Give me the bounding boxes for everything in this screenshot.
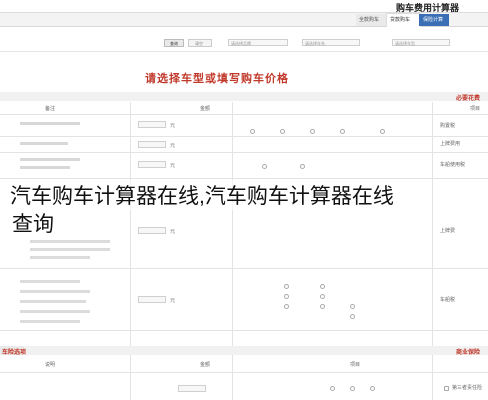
section-title-options: 车险选项 [2, 350, 27, 356]
tab-label-1: 贷款购车 [390, 17, 411, 23]
note-text-block-7 [30, 256, 90, 259]
unit-2: 元 [170, 163, 176, 169]
row-label-5: 车船税 [440, 297, 456, 303]
radio-tax-3[interactable] [284, 294, 289, 299]
note-text-block-12 [20, 320, 80, 323]
grid-hline-5 [0, 268, 488, 269]
col-header-amount: 金额 [200, 106, 211, 112]
section-title-insurance: 商业保险 [456, 350, 481, 356]
radio-third-party-2[interactable] [350, 386, 355, 391]
grid-vline-2 [232, 102, 233, 400]
unit-0: 元 [170, 123, 176, 129]
col-header-note: 备注 [45, 106, 56, 112]
radio-seat-2[interactable] [300, 164, 305, 169]
grid-vline-3 [432, 102, 433, 400]
note-text-block-6 [30, 248, 110, 251]
grid-hline-3 [0, 152, 488, 153]
grid-hline-7 [0, 372, 488, 373]
overlay-caption-line2: 查询 [12, 208, 54, 238]
grid-hline-6 [0, 330, 488, 331]
third-party-checkbox[interactable] [444, 386, 449, 391]
radio-tax-6[interactable] [320, 304, 325, 309]
unit-4: 元 [170, 298, 176, 304]
radio-tax-1[interactable] [284, 284, 289, 289]
bottom-header-2: 说明 [45, 362, 56, 368]
section-bar-insurance [0, 346, 488, 355]
radio-option-5[interactable] [380, 129, 385, 134]
radio-tax-4[interactable] [320, 294, 325, 299]
amount-input-3[interactable] [138, 227, 166, 234]
model-select[interactable]: 请选择车型 [392, 39, 450, 46]
query-button-label: 查询 [170, 41, 178, 46]
bottom-header-0: 项目 [350, 362, 361, 368]
radio-tax-7[interactable] [350, 304, 355, 309]
col-header-item: 项目 [470, 106, 481, 112]
radio-tax-2[interactable] [320, 284, 325, 289]
radio-option-4[interactable] [340, 129, 345, 134]
radio-option-1[interactable] [250, 129, 255, 134]
grid-vline-1 [130, 102, 131, 400]
note-text-block-4 [20, 166, 70, 169]
grid-hline-4 [0, 178, 488, 179]
row-label-1: 上牌费用 [440, 141, 461, 147]
price-prompt: 请选择车型或填写购车价格 [145, 73, 289, 85]
amount-input-1[interactable] [138, 141, 166, 148]
amount-input-0[interactable] [138, 121, 166, 128]
overlay-caption-line1: 汽车购车计算器在线,汽车购车计算器在线 [10, 180, 394, 210]
third-party-label: 第三者责任险 [452, 385, 483, 391]
note-text-block-1 [20, 122, 80, 125]
section-bar-basic [0, 92, 488, 101]
tab-label-2: 保险计算 [423, 17, 444, 23]
note-text-block-9 [20, 290, 90, 293]
note-text-block-2 [20, 142, 68, 145]
grid-hline-2 [0, 136, 488, 137]
third-party-amount-input[interactable] [178, 385, 206, 392]
radio-tax-5[interactable] [284, 304, 289, 309]
row-label-2: 车船使用税 [440, 162, 466, 168]
radio-third-party-1[interactable] [330, 386, 335, 391]
unit-3: 元 [170, 229, 176, 235]
radio-tax-8[interactable] [350, 314, 355, 319]
radio-option-3[interactable] [310, 129, 315, 134]
tab-label-0: 全款购车 [359, 17, 380, 23]
note-text-block-11 [20, 310, 90, 313]
note-text-block-10 [20, 300, 86, 303]
radio-third-party-3[interactable] [370, 386, 375, 391]
section-title-basic: 必要花费 [456, 96, 481, 102]
row-label-0: 购置税 [440, 123, 456, 129]
amount-input-4[interactable] [138, 296, 166, 303]
brand-select[interactable]: 请选择品牌 [228, 39, 288, 46]
radio-option-2[interactable] [280, 129, 285, 134]
note-text-block-3 [20, 158, 80, 161]
unit-1: 元 [170, 143, 176, 149]
note-text-block-8 [20, 280, 80, 283]
note-text-block-5 [30, 240, 110, 243]
series-select[interactable]: 请选择车系 [302, 39, 360, 46]
row-label-4: 上牌费 [440, 228, 456, 234]
amount-input-2[interactable] [138, 161, 166, 168]
bottom-header-1: 金额 [200, 362, 211, 368]
reset-button-label: 清空 [195, 41, 203, 46]
radio-seat-1[interactable] [262, 164, 267, 169]
grid-hline-1 [0, 114, 488, 115]
